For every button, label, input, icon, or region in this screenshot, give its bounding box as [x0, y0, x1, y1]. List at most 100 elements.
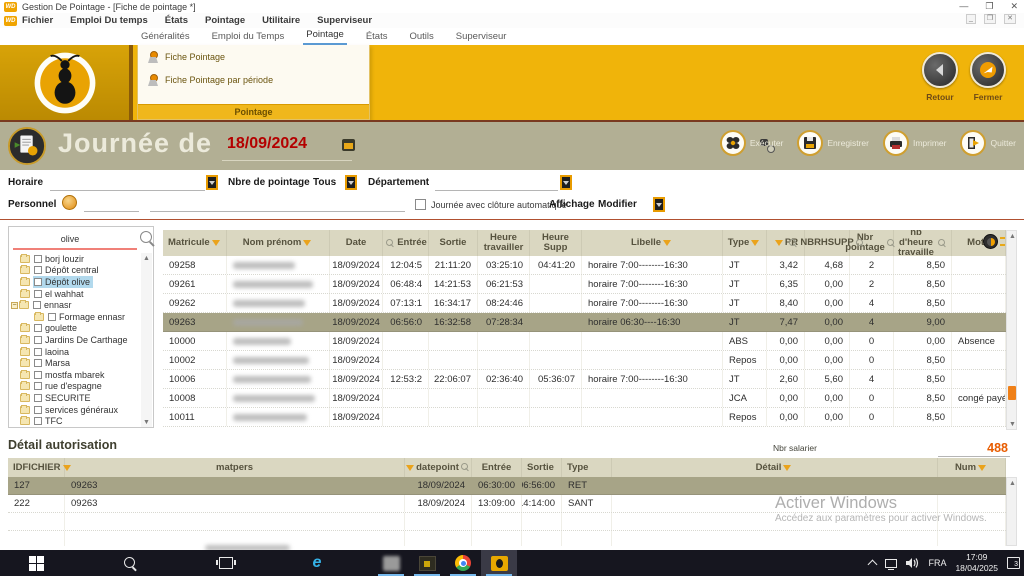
personnel-name-field[interactable] — [150, 211, 405, 212]
tree-checkbox[interactable] — [34, 324, 42, 332]
mdi-minimize-icon[interactable]: _ — [966, 14, 976, 24]
table-settings-icon[interactable] — [983, 234, 998, 249]
tree-checkbox[interactable] — [34, 359, 42, 367]
filter-funnel-icon[interactable] — [406, 465, 414, 471]
ribbon-tab-tats[interactable]: États — [363, 29, 391, 45]
ribbon-tab-pointage[interactable]: Pointage — [303, 27, 347, 45]
executer-button[interactable]: Exécuter — [720, 130, 784, 156]
pointage-row-10000[interactable]: 1000018/09/2024ABS0,000,0000,00Absence — [163, 332, 1006, 351]
pointage-row-10011[interactable]: 1001118/09/2024Repos0,000,0008,50 — [163, 408, 1006, 427]
pointage-row-09262[interactable]: 0926218/09/202407:13:116:34:1708:24:46ho… — [163, 294, 1006, 313]
taskbar-pointage-app[interactable] — [481, 550, 517, 576]
tree-item-formage-ennasr[interactable]: Formage ennasr — [11, 311, 141, 323]
tree-checkbox[interactable] — [34, 371, 42, 379]
scroll-down-icon[interactable]: ▼ — [1007, 419, 1018, 429]
date-field[interactable]: 18/09/2024 — [227, 135, 307, 153]
chevron-up-icon[interactable] — [868, 560, 878, 570]
autorisation-col-entr-e[interactable]: Entrée — [472, 458, 522, 477]
ribbon-item-fiche-pointage[interactable]: Fiche Pointage — [138, 45, 369, 68]
tree-scrollbar[interactable]: ▲ ▼ — [141, 253, 152, 427]
ribbon-item-fiche-pointage-par-p-riode[interactable]: Fiche Pointage par période — [138, 68, 369, 91]
tree-checkbox[interactable] — [34, 417, 42, 425]
detail-table-scrollbar[interactable]: ▲ — [1006, 477, 1017, 546]
scroll-up-icon[interactable]: ▲ — [1007, 231, 1018, 241]
autorisation-col-d-tail[interactable]: Détail — [612, 458, 938, 477]
taskbar-app-2[interactable] — [409, 550, 445, 576]
minimize-icon[interactable]: — — [959, 2, 968, 11]
menu-superviseur[interactable]: Superviseur — [317, 15, 372, 26]
tree-checkbox[interactable] — [34, 255, 42, 263]
autorisation-col-num[interactable]: Num — [938, 458, 1006, 477]
scroll-down-icon[interactable]: ▼ — [141, 417, 152, 427]
close-icon[interactable]: ✕ — [1010, 2, 1018, 11]
tree-checkbox[interactable] — [34, 278, 42, 286]
filter-funnel-icon[interactable] — [775, 240, 783, 246]
tree-checkbox[interactable] — [34, 336, 42, 344]
tree-item-d-p-t-olive[interactable]: Dépôt olive — [11, 276, 141, 288]
network-icon[interactable] — [885, 559, 897, 568]
affichage-select[interactable]: Modifier — [598, 199, 637, 210]
pointage-col-heure-supp[interactable]: Heure Supp — [530, 230, 582, 256]
ribbon-tab-g-n-ralit-s[interactable]: Généralités — [138, 29, 193, 45]
start-button[interactable] — [18, 550, 54, 576]
column-search-icon[interactable] — [386, 239, 395, 248]
pointage-col-nom-pr-nom[interactable]: Nom prénom — [227, 230, 330, 256]
personnel-icon[interactable] — [62, 195, 77, 210]
filter-funnel-icon[interactable] — [751, 240, 759, 246]
column-search-icon[interactable] — [887, 239, 896, 248]
filter-funnel-icon[interactable] — [212, 240, 220, 246]
pointage-col-sortie[interactable]: Sortie — [429, 230, 478, 256]
enregistrer-button[interactable]: Enregistrer — [797, 130, 869, 156]
pointage-col-pr[interactable]: PR — [767, 230, 805, 256]
quitter-button[interactable]: Quitter — [960, 130, 1016, 156]
pointage-row-09258[interactable]: 0925818/09/202412:04:521:11:2003:25:1004… — [163, 256, 1006, 275]
autorisation-col-datepoint[interactable]: datepoint — [405, 458, 472, 477]
cloture-checkbox[interactable] — [415, 199, 426, 210]
table-menu-icon[interactable] — [1000, 237, 1005, 246]
pointage-col-matricule[interactable]: Matricule — [163, 230, 227, 256]
mdi-restore-icon[interactable]: ❐ — [984, 14, 996, 24]
pointage-col-nbrhsupp[interactable]: NBRHSUPP — [805, 230, 850, 256]
filter-funnel-icon[interactable] — [663, 240, 671, 246]
departement-dropdown-icon[interactable] — [560, 175, 572, 190]
tree-item-securite[interactable]: SECURITE — [11, 392, 141, 404]
tree-item-rue-d-espagne[interactable]: rue d'espagne — [11, 381, 141, 393]
main-table-scrollbar[interactable]: ▲ ▼ — [1006, 230, 1017, 430]
tree-item-laoina[interactable]: laoina — [11, 346, 141, 358]
pointage-col-date[interactable]: Date — [330, 230, 383, 256]
ribbon-tab-emploi-du-temps[interactable]: Emploi du Temps — [209, 29, 288, 45]
tree-item-mostfa-mbarek[interactable]: mostfa mbarek — [11, 369, 141, 381]
tree-item-tfc[interactable]: TFC — [11, 415, 141, 427]
tree-checkbox[interactable] — [34, 382, 42, 390]
search-icon[interactable] — [140, 231, 155, 246]
tree-item-services-g-n-raux[interactable]: services généraux — [11, 404, 141, 416]
pointage-col-type[interactable]: Type — [723, 230, 767, 256]
autorisation-row-127[interactable]: 1270926318/09/202406:30:0006:56:00RET — [8, 477, 1006, 495]
search-input[interactable]: olive — [11, 234, 129, 244]
pointage-row-09263[interactable]: 0926318/09/202406:56:016:32:5807:28:34ho… — [163, 313, 1006, 332]
scroll-up-icon[interactable]: ▲ — [1007, 478, 1018, 488]
scroll-up-icon[interactable]: ▲ — [141, 253, 152, 263]
menu-utilitaire[interactable]: Utilitaire — [262, 15, 300, 26]
personnel-code-field[interactable] — [84, 211, 139, 212]
imprimer-button[interactable]: Imprimer — [883, 130, 947, 156]
mdi-close-icon[interactable]: ✕ — [1004, 14, 1016, 24]
pointage-row-10002[interactable]: 1000218/09/2024Repos0,000,0008,50 — [163, 351, 1006, 370]
language-indicator[interactable]: FRA — [928, 558, 946, 568]
calendar-icon[interactable] — [342, 139, 355, 151]
horaire-field[interactable] — [50, 190, 205, 191]
filter-funnel-icon[interactable] — [978, 465, 986, 471]
column-search-icon[interactable] — [856, 239, 865, 248]
menu-tats[interactable]: États — [165, 15, 188, 26]
nbre-pointage-select[interactable]: Tous — [313, 177, 336, 188]
tree-item-borj-louzir[interactable]: borj louzir — [11, 253, 141, 265]
menu-pointage[interactable]: Pointage — [205, 15, 245, 26]
sidebar-search[interactable]: olive — [11, 231, 143, 249]
restore-icon[interactable]: ❐ — [985, 2, 993, 11]
autorisation-col-type[interactable]: Type — [562, 458, 612, 477]
filter-funnel-icon[interactable] — [783, 465, 791, 471]
autorisation-col-sortie[interactable]: Sortie — [522, 458, 562, 477]
scrollbar-thumb[interactable] — [1008, 386, 1016, 400]
pointage-col-nb-d-heure-travaille[interactable]: nb d'heure travaille — [894, 230, 952, 256]
internet-explorer-button[interactable]: e — [299, 550, 335, 576]
